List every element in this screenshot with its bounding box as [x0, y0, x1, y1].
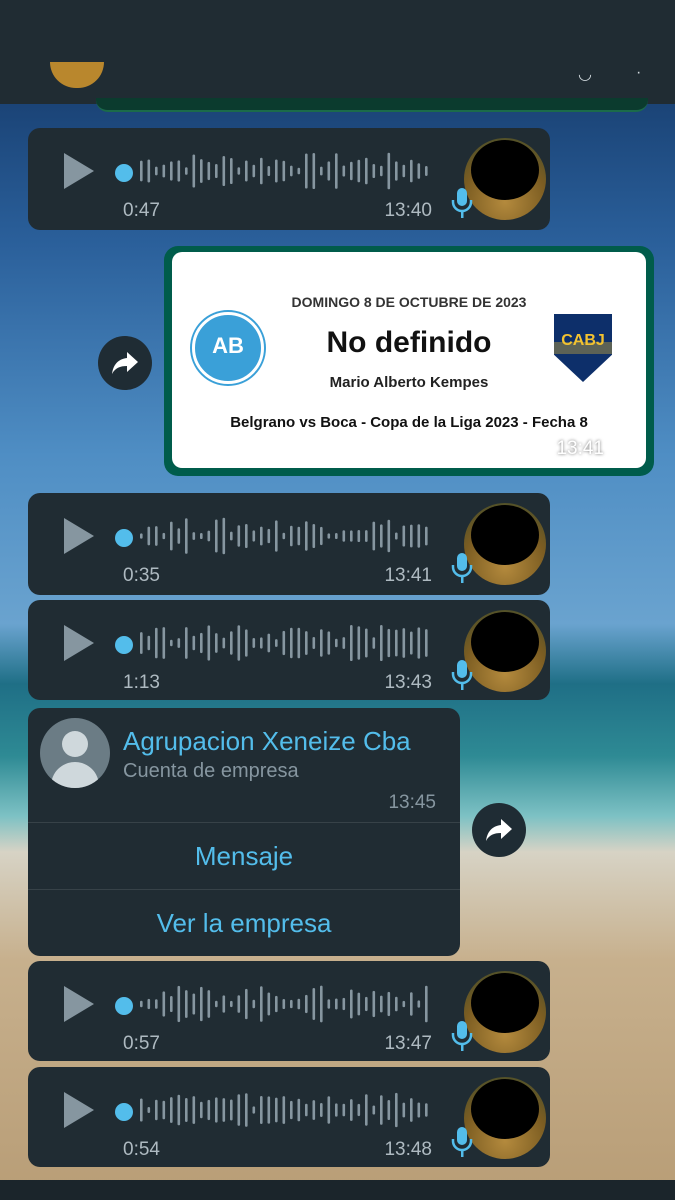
waveform — [140, 985, 428, 1023]
waveform — [140, 624, 428, 662]
prior-message-icon-2: · — [636, 64, 642, 81]
message-time: 13:47 — [384, 1033, 432, 1054]
play-icon[interactable] — [64, 1092, 94, 1128]
microphone-icon — [451, 188, 473, 218]
sender-avatar[interactable] — [464, 1077, 546, 1159]
message-time: 13:41 — [384, 565, 432, 586]
waveform — [140, 1092, 428, 1128]
message-time: 13:45 — [388, 792, 436, 813]
bottom-bar — [0, 1180, 675, 1200]
voice-message[interactable]: 0:47 13:40 — [28, 128, 550, 230]
audio-scrubber[interactable] — [115, 164, 133, 182]
microphone-icon — [451, 1127, 473, 1157]
double-check-icon — [610, 446, 630, 459]
audio-scrubber[interactable] — [115, 636, 133, 654]
play-icon[interactable] — [64, 518, 94, 554]
default-avatar-icon — [40, 718, 110, 788]
audio-scrubber[interactable] — [115, 997, 133, 1015]
sender-avatar[interactable] — [464, 971, 546, 1053]
sender-avatar[interactable] — [464, 610, 546, 692]
prior-message-avatar — [50, 62, 104, 88]
view-business-button[interactable]: Ver la empresa — [28, 890, 460, 956]
audio-scrubber[interactable] — [115, 529, 133, 547]
message-time: 13:43 — [384, 672, 432, 693]
voice-message[interactable]: 1:13 13:43 — [28, 600, 550, 700]
message-button[interactable]: Mensaje — [28, 823, 460, 889]
voice-duration: 0:35 — [123, 565, 160, 586]
voice-message[interactable]: 0:35 13:41 — [28, 493, 550, 595]
top-bar: ◡ · — [0, 0, 675, 104]
contact-card-message[interactable]: Agrupacion Xeneize Cba Cuenta de empresa… — [28, 708, 460, 956]
play-icon[interactable] — [64, 153, 94, 189]
event-date: DOMINGO 8 DE OCTUBRE DE 2023 — [291, 294, 527, 310]
voice-message[interactable]: 0:54 13:48 — [28, 1067, 550, 1167]
message-time: 13:41 — [556, 438, 604, 459]
microphone-icon — [451, 553, 473, 583]
play-icon[interactable] — [64, 625, 94, 661]
forward-button[interactable] — [472, 803, 526, 857]
waveform — [140, 152, 428, 190]
audio-scrubber[interactable] — [115, 1103, 133, 1121]
waveform — [140, 517, 428, 555]
sender-avatar[interactable] — [464, 503, 546, 585]
voice-duration: 0:57 — [123, 1033, 160, 1054]
voice-duration: 0:54 — [123, 1139, 160, 1160]
event-card[interactable]: DOMINGO 8 DE OCTUBRE DE 2023 AB No defin… — [172, 252, 646, 468]
forward-icon — [112, 352, 138, 374]
prior-outgoing-bubble — [96, 98, 648, 112]
contact-name: Agrupacion Xeneize Cba — [123, 726, 411, 756]
voice-message[interactable]: 0:57 13:47 — [28, 961, 550, 1061]
contact-subtitle: Cuenta de empresa — [123, 760, 299, 782]
play-icon[interactable] — [64, 986, 94, 1022]
microphone-icon — [451, 1021, 473, 1051]
forward-button[interactable] — [98, 336, 152, 390]
boca-crest-icon: CABJ — [554, 314, 612, 382]
voice-duration: 1:13 — [123, 672, 160, 693]
message-time: 13:48 — [384, 1139, 432, 1160]
event-venue: Mario Alberto Kempes — [329, 374, 489, 391]
sender-avatar[interactable] — [464, 138, 546, 220]
event-message[interactable]: DOMINGO 8 DE OCTUBRE DE 2023 AB No defin… — [164, 246, 654, 476]
message-time: 13:40 — [384, 200, 432, 221]
microphone-icon — [451, 660, 473, 690]
prior-message-icon: ◡ — [578, 66, 592, 83]
voice-duration: 0:47 — [123, 200, 160, 221]
forward-icon — [486, 819, 512, 841]
event-match: Belgrano vs Boca - Copa de la Liga 2023 … — [230, 414, 588, 431]
